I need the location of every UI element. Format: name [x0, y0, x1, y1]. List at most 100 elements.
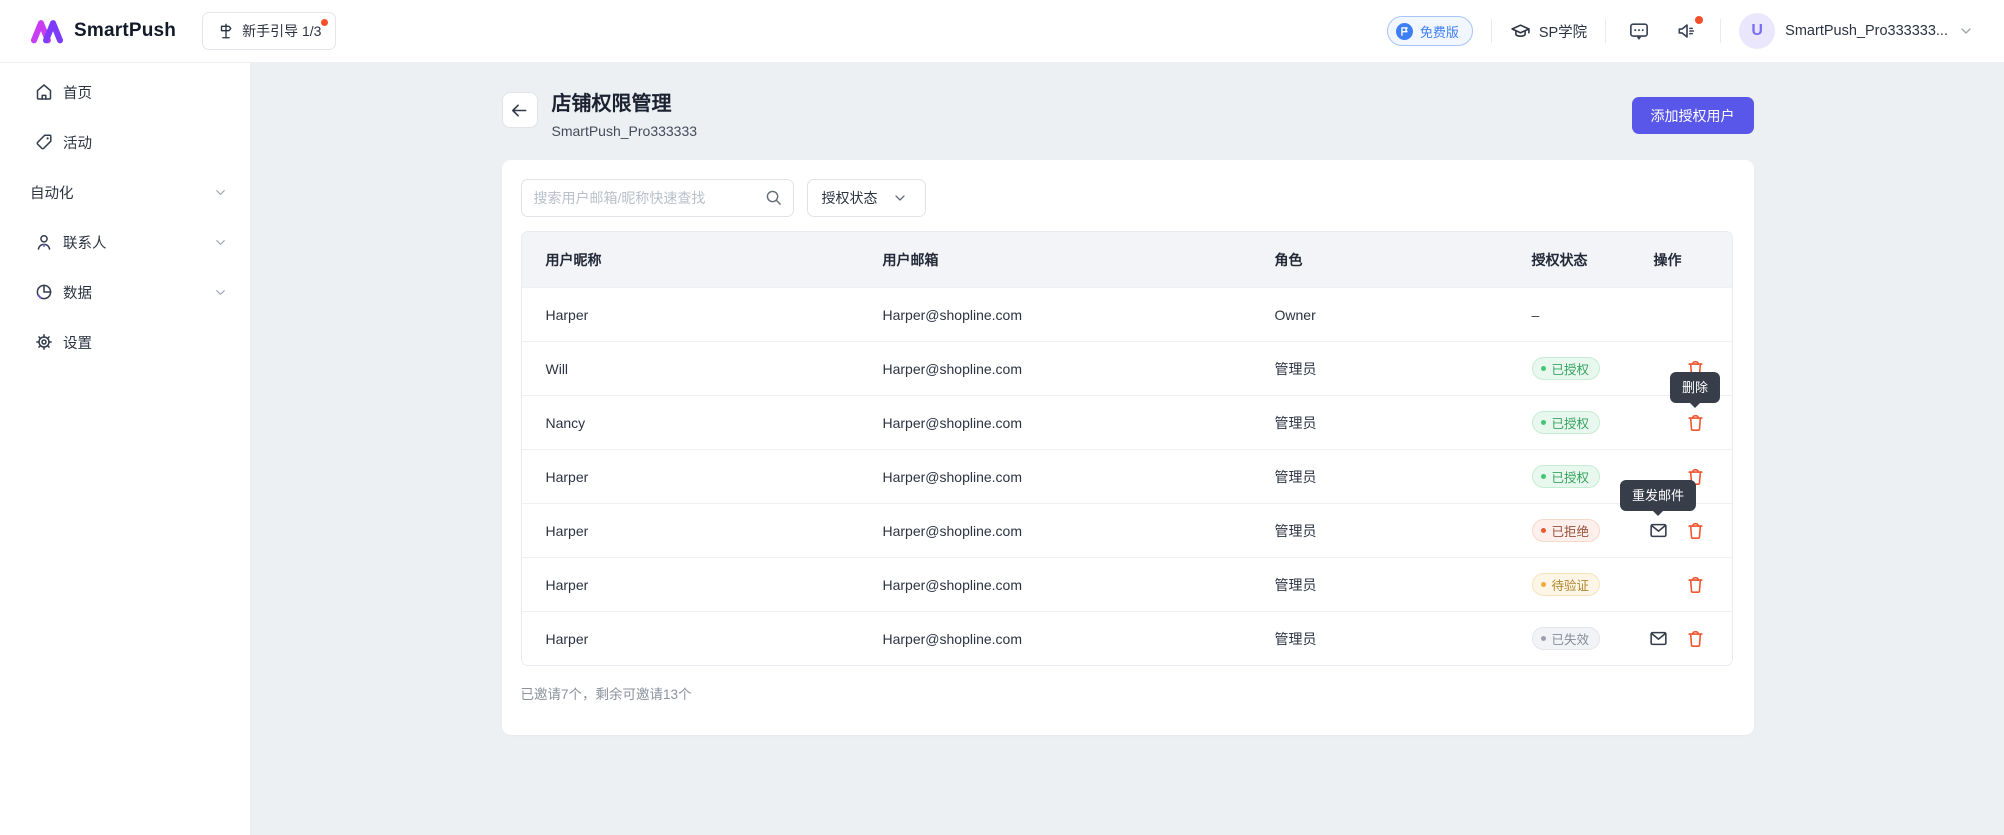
- table-header-row: 用户昵称用户邮箱角色授权状态操作: [522, 232, 1732, 287]
- table-row: Harper Harper@shopline.com 管理员 已失效: [522, 611, 1732, 665]
- actions-cell: [1654, 287, 1732, 341]
- role-cell: 管理员: [1251, 503, 1508, 557]
- home-icon: [34, 82, 54, 102]
- messages-button[interactable]: [1624, 16, 1654, 46]
- academy-link[interactable]: SP学院: [1510, 21, 1587, 42]
- back-button[interactable]: [502, 92, 538, 128]
- sidebar-item-活动[interactable]: 活动: [0, 117, 250, 167]
- status-badge: 已授权: [1532, 465, 1601, 488]
- chevron-down-icon: [892, 190, 908, 206]
- search-box: [521, 179, 794, 217]
- chevron-down-icon: [1958, 23, 1974, 39]
- email-cell: Harper@shopline.com: [859, 287, 1251, 341]
- actions-cell: 删除: [1654, 395, 1732, 449]
- role-cell: 管理员: [1251, 395, 1508, 449]
- settings-icon: [34, 332, 54, 352]
- status-cell: 待验证: [1508, 557, 1654, 611]
- email-cell: Harper@shopline.com: [859, 611, 1251, 665]
- sidebar-item-自动化[interactable]: 自动化: [0, 167, 250, 217]
- sidebar-item-联系人[interactable]: 联系人: [0, 217, 250, 267]
- sidebar-item-数据[interactable]: 数据: [0, 267, 250, 317]
- column-header: 操作: [1654, 232, 1732, 287]
- status-dot: [1541, 420, 1546, 425]
- email-cell: Harper@shopline.com: [859, 395, 1251, 449]
- chevron-down-icon: [213, 185, 228, 200]
- column-header: 授权状态: [1508, 232, 1654, 287]
- user-menu[interactable]: U SmartPush_Pro333333...: [1739, 13, 1974, 49]
- brand-logo[interactable]: SmartPush: [30, 18, 176, 44]
- status-dot: [1541, 582, 1546, 587]
- status-dot: [1541, 366, 1546, 371]
- actions-cell: 重发邮件: [1654, 503, 1732, 557]
- status-cell: 已授权: [1508, 341, 1654, 395]
- table-row: Nancy Harper@shopline.com 管理员 已授权 删除: [522, 395, 1732, 449]
- permissions-card: 授权状态 用户昵称用户邮箱角色授权状态操作 Harper Harper@shop…: [502, 160, 1754, 735]
- smartpush-logo-icon: [30, 18, 64, 44]
- tooltip: 重发邮件: [1620, 480, 1696, 511]
- delete-action-button[interactable]: 删除: [1685, 412, 1706, 433]
- data-pie-icon: [34, 282, 54, 302]
- email-cell: Harper@shopline.com: [859, 449, 1251, 503]
- nickname-cell: Nancy: [522, 395, 859, 449]
- tag-icon: [34, 132, 54, 152]
- status-cell: 已拒绝: [1508, 503, 1654, 557]
- divider: [1720, 19, 1721, 43]
- users-table: 用户昵称用户邮箱角色授权状态操作 Harper Harper@shopline.…: [521, 231, 1733, 666]
- mail-icon: [1648, 520, 1669, 541]
- home-icon: [34, 82, 54, 102]
- status-cell: 已授权: [1508, 395, 1654, 449]
- trash-icon: [1685, 412, 1706, 433]
- contacts-icon: [34, 232, 54, 252]
- delete-action-button[interactable]: [1685, 574, 1706, 595]
- status-badge: 已拒绝: [1532, 519, 1601, 542]
- role-cell: 管理员: [1251, 341, 1508, 395]
- column-header: 用户昵称: [522, 232, 859, 287]
- status-badge: 已授权: [1532, 411, 1601, 434]
- status-dot: [1541, 528, 1546, 533]
- mail-icon: [1648, 628, 1669, 649]
- table-row: Harper Harper@shopline.com 管理员 已授权: [522, 449, 1732, 503]
- resend-email-action-button[interactable]: 重发邮件: [1648, 520, 1669, 541]
- delete-action-button[interactable]: [1685, 520, 1706, 541]
- actions-cell: [1654, 557, 1732, 611]
- topbar: SmartPush 新手引导 1/3 免费版 SP学院: [0, 0, 2004, 63]
- sidebar-item-设置[interactable]: 设置: [0, 317, 250, 367]
- role-cell: 管理员: [1251, 557, 1508, 611]
- brand-name: SmartPush: [74, 20, 176, 42]
- status-dot: [1541, 636, 1546, 641]
- tooltip: 删除: [1670, 372, 1720, 403]
- search-input[interactable]: [521, 179, 794, 217]
- page-subtitle: SmartPush_Pro333333: [552, 123, 698, 139]
- status-badge: 已授权: [1532, 357, 1601, 380]
- table-row: Harper Harper@shopline.com Owner –: [522, 287, 1732, 341]
- add-authorized-user-button[interactable]: 添加授权用户: [1632, 97, 1754, 134]
- announcement-icon: [1676, 20, 1698, 42]
- signpost-icon: [217, 22, 235, 40]
- page-title: 店铺权限管理: [552, 92, 698, 116]
- status-cell: –: [1508, 287, 1654, 341]
- table-row: Harper Harper@shopline.com 管理员 已拒绝 重发邮件: [522, 503, 1732, 557]
- sidebar-item-首页[interactable]: 首页: [0, 67, 250, 117]
- email-cell: Harper@shopline.com: [859, 557, 1251, 611]
- sidebar: 首页 活动 自动化 联系人 数据 设置: [0, 63, 251, 835]
- table-row: Will Harper@shopline.com 管理员 已授权: [522, 341, 1732, 395]
- column-header: 角色: [1251, 232, 1508, 287]
- onboarding-guide-button[interactable]: 新手引导 1/3: [202, 12, 336, 50]
- status-empty: –: [1532, 307, 1540, 323]
- nickname-cell: Will: [522, 341, 859, 395]
- nickname-cell: Harper: [522, 287, 859, 341]
- status-badge: 待验证: [1532, 573, 1601, 596]
- notification-dot: [321, 19, 328, 26]
- status-filter-select[interactable]: 授权状态: [807, 179, 926, 217]
- graduation-cap-icon: [1510, 21, 1531, 42]
- delete-action-button[interactable]: [1685, 628, 1706, 649]
- status-dot: [1541, 474, 1546, 479]
- trash-icon: [1685, 520, 1706, 541]
- plan-badge[interactable]: 免费版: [1387, 16, 1473, 46]
- academy-label: SP学院: [1539, 21, 1587, 42]
- email-cell: Harper@shopline.com: [859, 341, 1251, 395]
- announcements-button[interactable]: [1672, 16, 1702, 46]
- resend-email-action-button[interactable]: [1648, 628, 1669, 649]
- status-filter-value: 授权状态: [822, 188, 878, 208]
- settings-icon: [34, 332, 54, 352]
